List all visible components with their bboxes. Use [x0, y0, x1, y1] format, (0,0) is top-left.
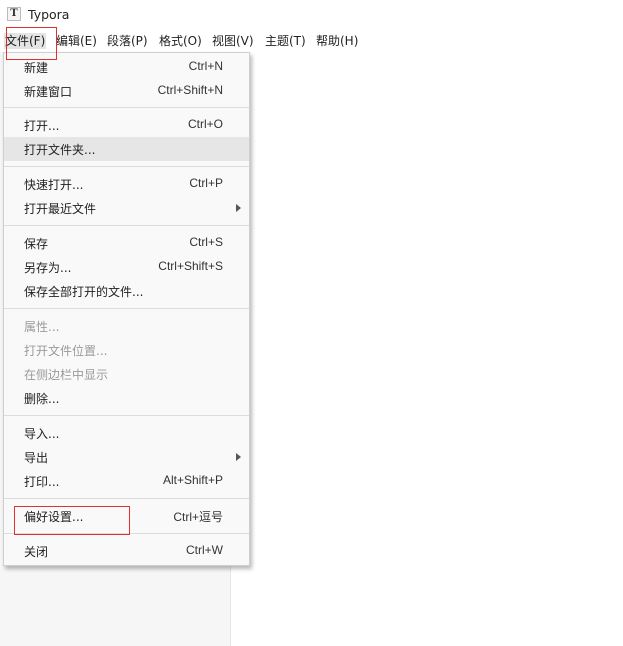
menu-item-import[interactable]: 导入... [4, 421, 249, 445]
menu-item-open-recent[interactable]: 打开最近文件 [4, 196, 249, 220]
file-menu-dropdown: 新建 Ctrl+N 新建窗口 Ctrl+Shift+N 打开... Ctrl+O… [3, 52, 250, 566]
menu-item-open[interactable]: 打开... Ctrl+O [4, 113, 249, 137]
menu-item-shortcut: Alt+Shift+P [162, 473, 223, 487]
menu-item-label: 删除... [24, 392, 60, 406]
menu-item-label: 新建 [24, 61, 49, 75]
submenu-arrow-icon [236, 453, 241, 461]
menu-item-print[interactable]: 打印... Alt+Shift+P [4, 469, 249, 493]
menu-item-shortcut: Ctrl+O [187, 117, 223, 131]
preferences-highlight-box [14, 506, 130, 535]
menu-item-open-file-location: 打开文件位置... [4, 338, 249, 362]
menu-item-label: 打开文件位置... [24, 344, 108, 358]
menu-item-label: 另存为... [24, 261, 72, 275]
menu-paragraph[interactable]: 段落(P) [107, 33, 148, 49]
menu-separator [4, 415, 249, 416]
menu-separator [4, 308, 249, 309]
submenu-arrow-icon [236, 204, 241, 212]
file-menu-highlight-box [6, 27, 57, 60]
menu-item-label: 保存全部打开的文件... [24, 285, 144, 299]
menu-item-label: 导入... [24, 427, 60, 441]
menu-item-open-folder[interactable]: 打开文件夹... [4, 137, 249, 161]
window-title: Typora [28, 7, 70, 22]
menu-separator [4, 107, 249, 108]
menu-item-label: 新建窗口 [24, 85, 73, 99]
menu-help[interactable]: 帮助(H) [316, 33, 358, 49]
menu-item-label: 打开... [24, 119, 60, 133]
menu-item-properties: 属性... [4, 314, 249, 338]
menu-separator [4, 498, 249, 499]
menu-view[interactable]: 视图(V) [212, 33, 254, 49]
menu-item-shortcut: Ctrl+N [188, 59, 223, 73]
menu-item-label: 打印... [24, 475, 60, 489]
typora-app-icon: T [7, 7, 21, 21]
menu-theme[interactable]: 主题(T) [265, 33, 306, 49]
menu-item-label: 关闭 [24, 545, 49, 559]
menu-item-reveal-in-sidebar: 在侧边栏中显示 [4, 362, 249, 386]
menu-item-new-window[interactable]: 新建窗口 Ctrl+Shift+N [4, 79, 249, 103]
menu-item-shortcut: Ctrl+逗号 [173, 510, 223, 524]
menu-item-label: 导出 [24, 451, 49, 465]
menu-separator [4, 166, 249, 167]
menu-item-delete[interactable]: 删除... [4, 386, 249, 410]
menu-format[interactable]: 格式(O) [159, 33, 202, 49]
menu-item-close[interactable]: 关闭 Ctrl+W [4, 539, 249, 563]
menu-separator [4, 225, 249, 226]
menu-item-shortcut: Ctrl+S [189, 235, 223, 249]
menu-item-label: 保存 [24, 237, 49, 251]
menu-item-export[interactable]: 导出 [4, 445, 249, 469]
menu-item-shortcut: Ctrl+P [189, 176, 223, 190]
menu-item-label: 打开最近文件 [24, 202, 97, 216]
menu-item-label: 快速打开... [24, 178, 84, 192]
menu-item-label: 属性... [24, 320, 60, 334]
menu-item-quick-open[interactable]: 快速打开... Ctrl+P [4, 172, 249, 196]
menu-bar: 文件(F) 编辑(E) 段落(P) 格式(O) 视图(V) 主题(T) 帮助(H… [0, 29, 623, 52]
menu-edit[interactable]: 编辑(E) [56, 33, 97, 49]
menu-item-shortcut: Ctrl+W [186, 543, 223, 557]
menu-item-label: 在侧边栏中显示 [24, 368, 109, 382]
menu-item-save[interactable]: 保存 Ctrl+S [4, 231, 249, 255]
menu-item-shortcut: Ctrl+Shift+N [157, 83, 223, 97]
menu-item-save-all[interactable]: 保存全部打开的文件... [4, 279, 249, 303]
title-bar: T Typora [0, 0, 623, 29]
menu-item-shortcut: Ctrl+Shift+S [158, 259, 223, 273]
menu-item-label: 打开文件夹... [24, 143, 96, 157]
menu-item-save-as[interactable]: 另存为... Ctrl+Shift+S [4, 255, 249, 279]
